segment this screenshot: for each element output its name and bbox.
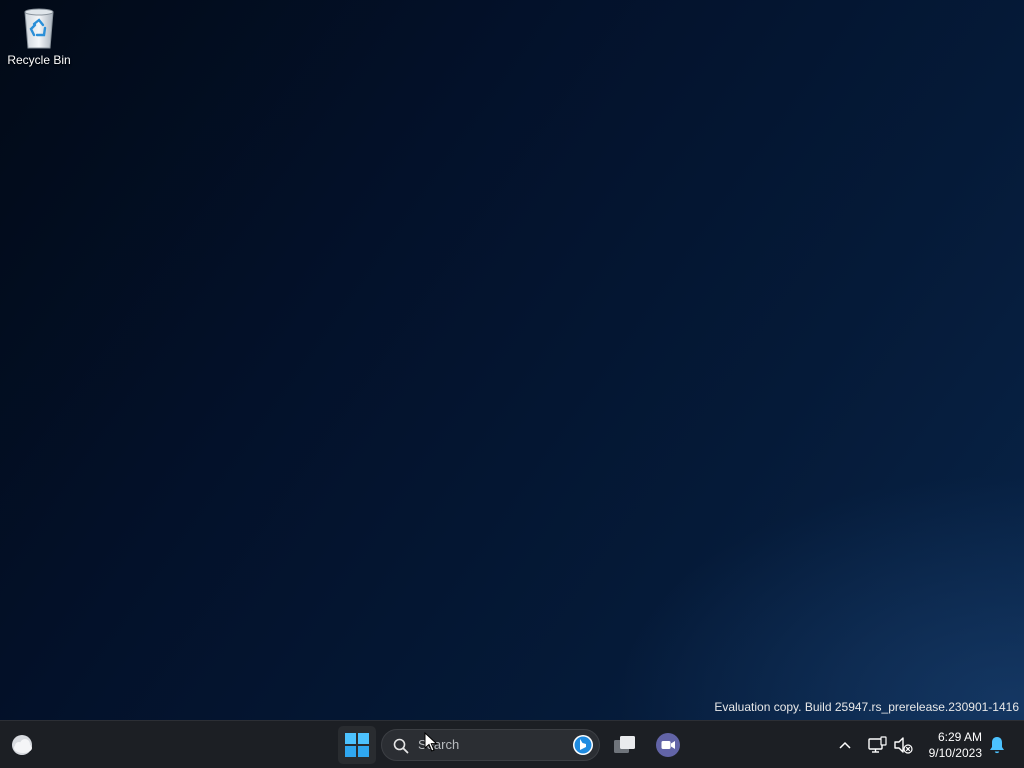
network-icon[interactable] — [866, 734, 888, 756]
teams-chat-icon — [656, 733, 680, 757]
task-view-icon — [614, 736, 635, 753]
clock-date: 9/10/2023 — [928, 746, 982, 760]
recycle-bin-label: Recycle Bin — [7, 53, 71, 67]
windows-logo-icon — [345, 733, 369, 757]
clock[interactable]: 6:29 AM 9/10/2023 — [918, 729, 982, 761]
task-view-button[interactable] — [607, 728, 643, 762]
taskbar: Search 6:29 AM 9/10/2023 — [0, 720, 1024, 768]
clock-time: 6:29 AM — [937, 730, 982, 744]
recycle-bin-shortcut[interactable]: Recycle Bin — [4, 6, 74, 78]
desktop: Recycle Bin Evaluation copy. Build 25947… — [0, 0, 1024, 720]
bing-icon[interactable] — [572, 734, 594, 756]
show-hidden-icons-button[interactable] — [834, 734, 856, 756]
search-icon — [393, 738, 409, 754]
search-placeholder: Search — [418, 737, 460, 752]
evaluation-watermark: Evaluation copy. Build 25947.rs_prerelea… — [714, 700, 1019, 714]
volume-muted-icon[interactable] — [892, 734, 914, 756]
start-button[interactable] — [338, 726, 376, 764]
weather-cloud-icon[interactable] — [8, 732, 36, 758]
chevron-up-icon — [839, 741, 851, 749]
teams-chat-button[interactable] — [650, 728, 686, 762]
bell-icon[interactable] — [986, 734, 1008, 756]
search-input[interactable]: Search — [381, 729, 600, 761]
recycle-bin-icon — [24, 8, 54, 49]
